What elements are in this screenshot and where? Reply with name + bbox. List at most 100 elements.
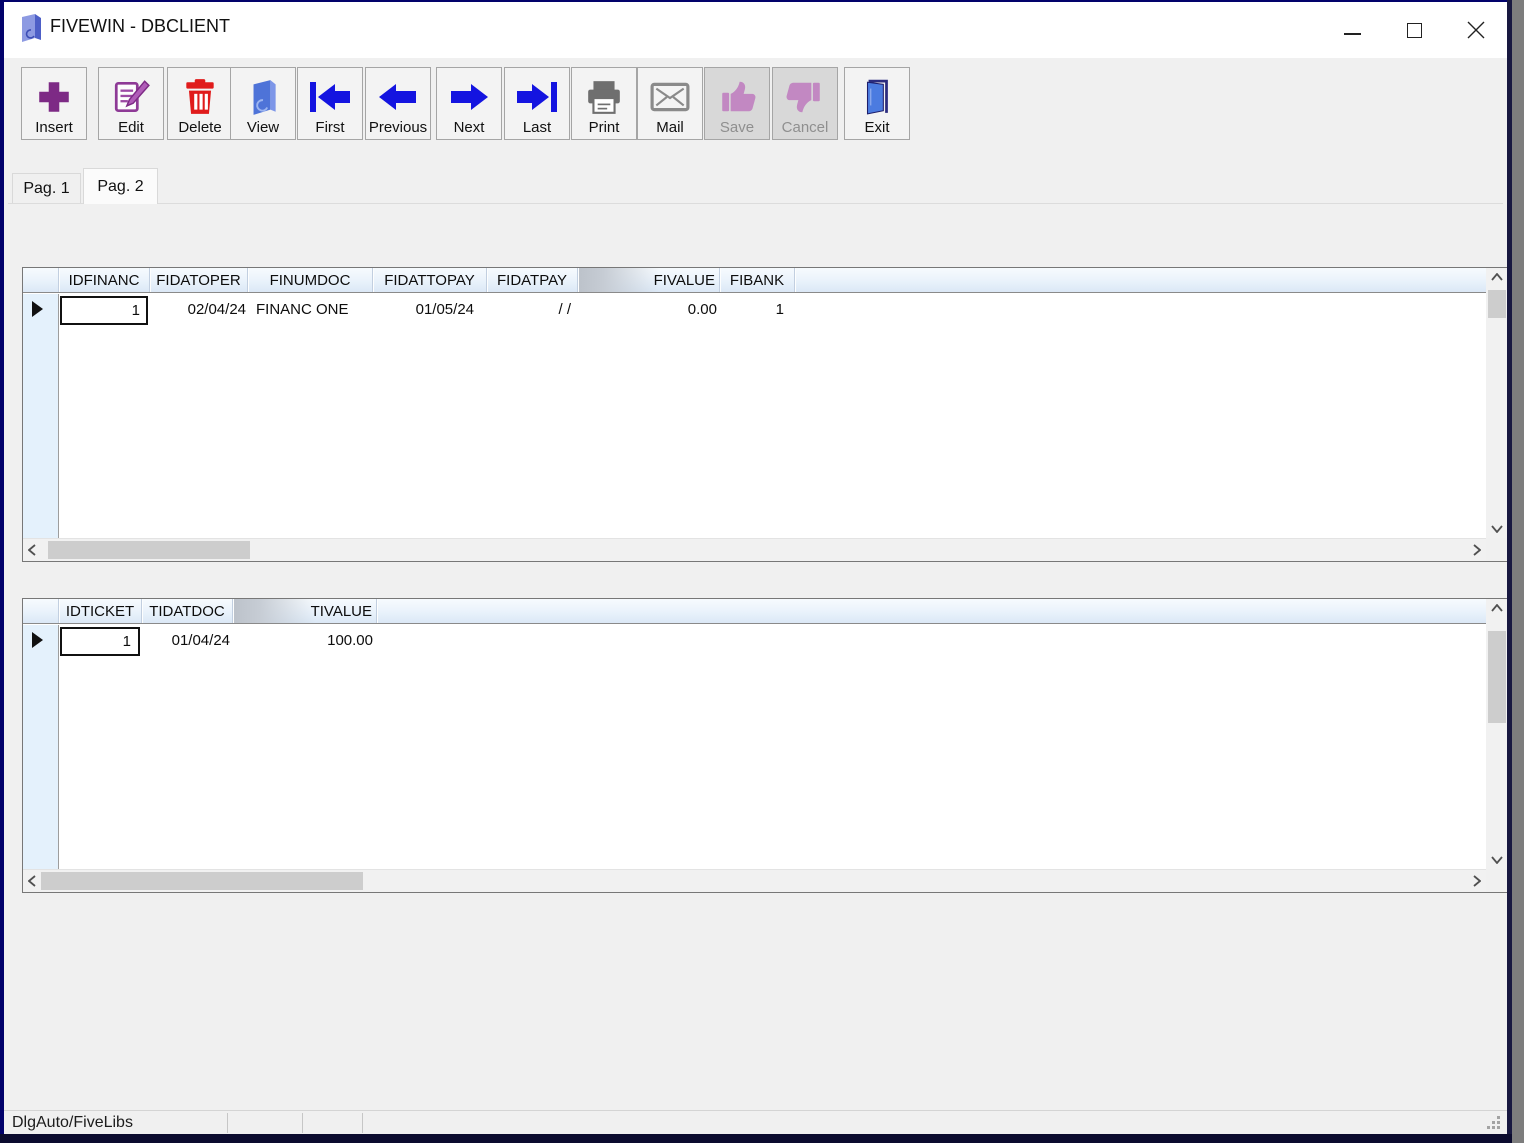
- screen: FIVEWIN - DBCLIENT Insert Edit Delete Vi…: [0, 0, 1524, 1143]
- horizontal-scroll-thumb[interactable]: [48, 541, 250, 559]
- mail-button[interactable]: Mail: [637, 67, 703, 140]
- vertical-scroll-thumb[interactable]: [1488, 631, 1506, 723]
- scroll-down-icon[interactable]: [1486, 520, 1508, 538]
- scroll-right-icon[interactable]: [1468, 870, 1486, 892]
- window-border-top: [0, 0, 1512, 2]
- cell-tivalue[interactable]: 100.00: [234, 625, 378, 656]
- trash-icon: [181, 75, 219, 119]
- last-button[interactable]: Last: [504, 67, 570, 140]
- scrollbar-corner: [1486, 538, 1508, 561]
- cell-fibank[interactable]: 1: [721, 294, 796, 325]
- window-border-bottom: [0, 1134, 1512, 1143]
- vertical-scroll-thumb[interactable]: [1488, 290, 1506, 318]
- ticket-data-row[interactable]: 1 01/04/24 100.00: [60, 625, 378, 656]
- cell-idfinanc[interactable]: 1: [60, 294, 151, 325]
- delete-button[interactable]: Delete: [167, 67, 233, 140]
- window-controls: [1321, 2, 1507, 58]
- tab-pane-border: [8, 203, 1503, 204]
- column-header-fivalue[interactable]: FIVALUE: [578, 268, 720, 292]
- horizontal-scroll-thumb[interactable]: [41, 872, 363, 890]
- maximize-button[interactable]: [1383, 2, 1445, 58]
- column-header-fidattopay[interactable]: FIDATTOPAY: [373, 268, 487, 292]
- titlebar[interactable]: FIVEWIN - DBCLIENT: [4, 2, 1507, 58]
- column-header-fibank[interactable]: FIBANK: [720, 268, 795, 292]
- cell-finumdoc[interactable]: FINANC ONE: [249, 294, 374, 325]
- scroll-up-icon[interactable]: [1486, 599, 1508, 617]
- column-header-idfinanc[interactable]: IDFINANC: [59, 268, 150, 292]
- print-label: Print: [588, 119, 620, 136]
- cell-idticket[interactable]: 1: [60, 625, 143, 656]
- column-header-fidatoper[interactable]: FIDATOPER: [150, 268, 248, 292]
- minimize-button[interactable]: [1321, 2, 1383, 58]
- app-icon: [18, 13, 44, 43]
- edit-label: Edit: [118, 119, 144, 136]
- book-icon: [245, 75, 281, 119]
- column-header-idticket[interactable]: IDTICKET: [59, 599, 142, 623]
- cancel-button: Cancel: [772, 67, 838, 140]
- horizontal-scrollbar[interactable]: [23, 538, 1486, 561]
- mail-label: Mail: [656, 119, 684, 136]
- cell-fidatoper[interactable]: 02/04/24: [151, 294, 249, 325]
- row-selector-header: [23, 268, 59, 292]
- cell-tidatdoc[interactable]: 01/04/24: [143, 625, 234, 656]
- statusbar-divider: [362, 1113, 363, 1133]
- row-selector-strip: [23, 294, 59, 538]
- printer-icon: [585, 75, 623, 119]
- scroll-right-icon[interactable]: [1468, 539, 1486, 561]
- statusbar-text: DlgAuto/FiveLibs: [12, 1114, 133, 1131]
- tab-pag-1[interactable]: Pag. 1: [12, 173, 81, 203]
- thumbs-up-icon: [718, 75, 756, 119]
- selected-cell[interactable]: 1: [60, 295, 148, 325]
- column-header-tidatdoc[interactable]: TIDATDOC: [142, 599, 233, 623]
- maximize-icon: [1406, 22, 1422, 38]
- view-button[interactable]: View: [230, 67, 296, 140]
- cell-fivalue[interactable]: 0.00: [579, 294, 721, 325]
- first-label: First: [315, 119, 345, 136]
- row-selector-header: [23, 599, 59, 623]
- current-row-arrow: [32, 632, 43, 648]
- close-button[interactable]: [1445, 2, 1507, 58]
- close-icon: [1467, 21, 1485, 39]
- resize-grip-icon[interactable]: [1487, 1116, 1501, 1135]
- arrow-first-icon: [307, 75, 353, 119]
- scroll-up-icon[interactable]: [1486, 268, 1508, 286]
- next-button[interactable]: Next: [436, 67, 502, 140]
- column-header-fidatpay[interactable]: FIDATPAY: [487, 268, 578, 292]
- financ-data-row[interactable]: 1 02/04/24 FINANC ONE 01/05/24 / / 0.00 …: [60, 294, 796, 325]
- scroll-down-icon[interactable]: [1486, 851, 1508, 869]
- scrollbar-corner: [1486, 869, 1508, 892]
- statusbar-divider: [302, 1113, 303, 1133]
- tab-pag-2[interactable]: Pag. 2: [83, 168, 158, 204]
- view-label: View: [246, 119, 280, 136]
- cell-fidattopay[interactable]: 01/05/24: [374, 294, 488, 325]
- toolbar: Insert Edit Delete View First Previous N…: [4, 60, 1507, 150]
- vertical-scrollbar[interactable]: [1486, 599, 1508, 869]
- financ-browse: IDFINANC FIDATOPER FINUMDOC FIDATTOPAY F…: [22, 267, 1509, 562]
- ticket-header-row: IDTICKET TIDATDOC TIVALUE: [23, 599, 1486, 624]
- previous-button[interactable]: Previous: [365, 67, 431, 140]
- edit-button[interactable]: Edit: [98, 67, 164, 140]
- exit-button[interactable]: Exit: [844, 67, 910, 140]
- current-row-arrow: [32, 301, 43, 317]
- column-header-finumdoc[interactable]: FINUMDOC: [248, 268, 373, 292]
- door-icon: [858, 75, 896, 119]
- insert-label: Insert: [35, 119, 73, 136]
- minimize-icon: [1343, 33, 1361, 35]
- next-label: Next: [453, 119, 485, 136]
- scroll-left-icon[interactable]: [23, 539, 41, 561]
- tab-pag-2-label: Pag. 2: [97, 177, 144, 195]
- horizontal-scrollbar[interactable]: [23, 869, 1486, 892]
- background-window-strip: [1512, 0, 1524, 1143]
- column-header-tivalue[interactable]: TIVALUE: [233, 599, 377, 623]
- first-button[interactable]: First: [297, 67, 363, 140]
- column-header-filler: [795, 268, 1486, 292]
- plus-icon: [35, 75, 73, 119]
- thumbs-down-icon: [786, 75, 824, 119]
- selected-cell[interactable]: 1: [60, 626, 140, 656]
- print-button[interactable]: Print: [571, 67, 637, 140]
- cell-idfinanc-value: 1: [131, 301, 140, 319]
- cell-fidatpay[interactable]: / /: [488, 294, 579, 325]
- scroll-left-icon[interactable]: [23, 870, 41, 892]
- insert-button[interactable]: Insert: [21, 67, 87, 140]
- vertical-scrollbar[interactable]: [1486, 268, 1508, 538]
